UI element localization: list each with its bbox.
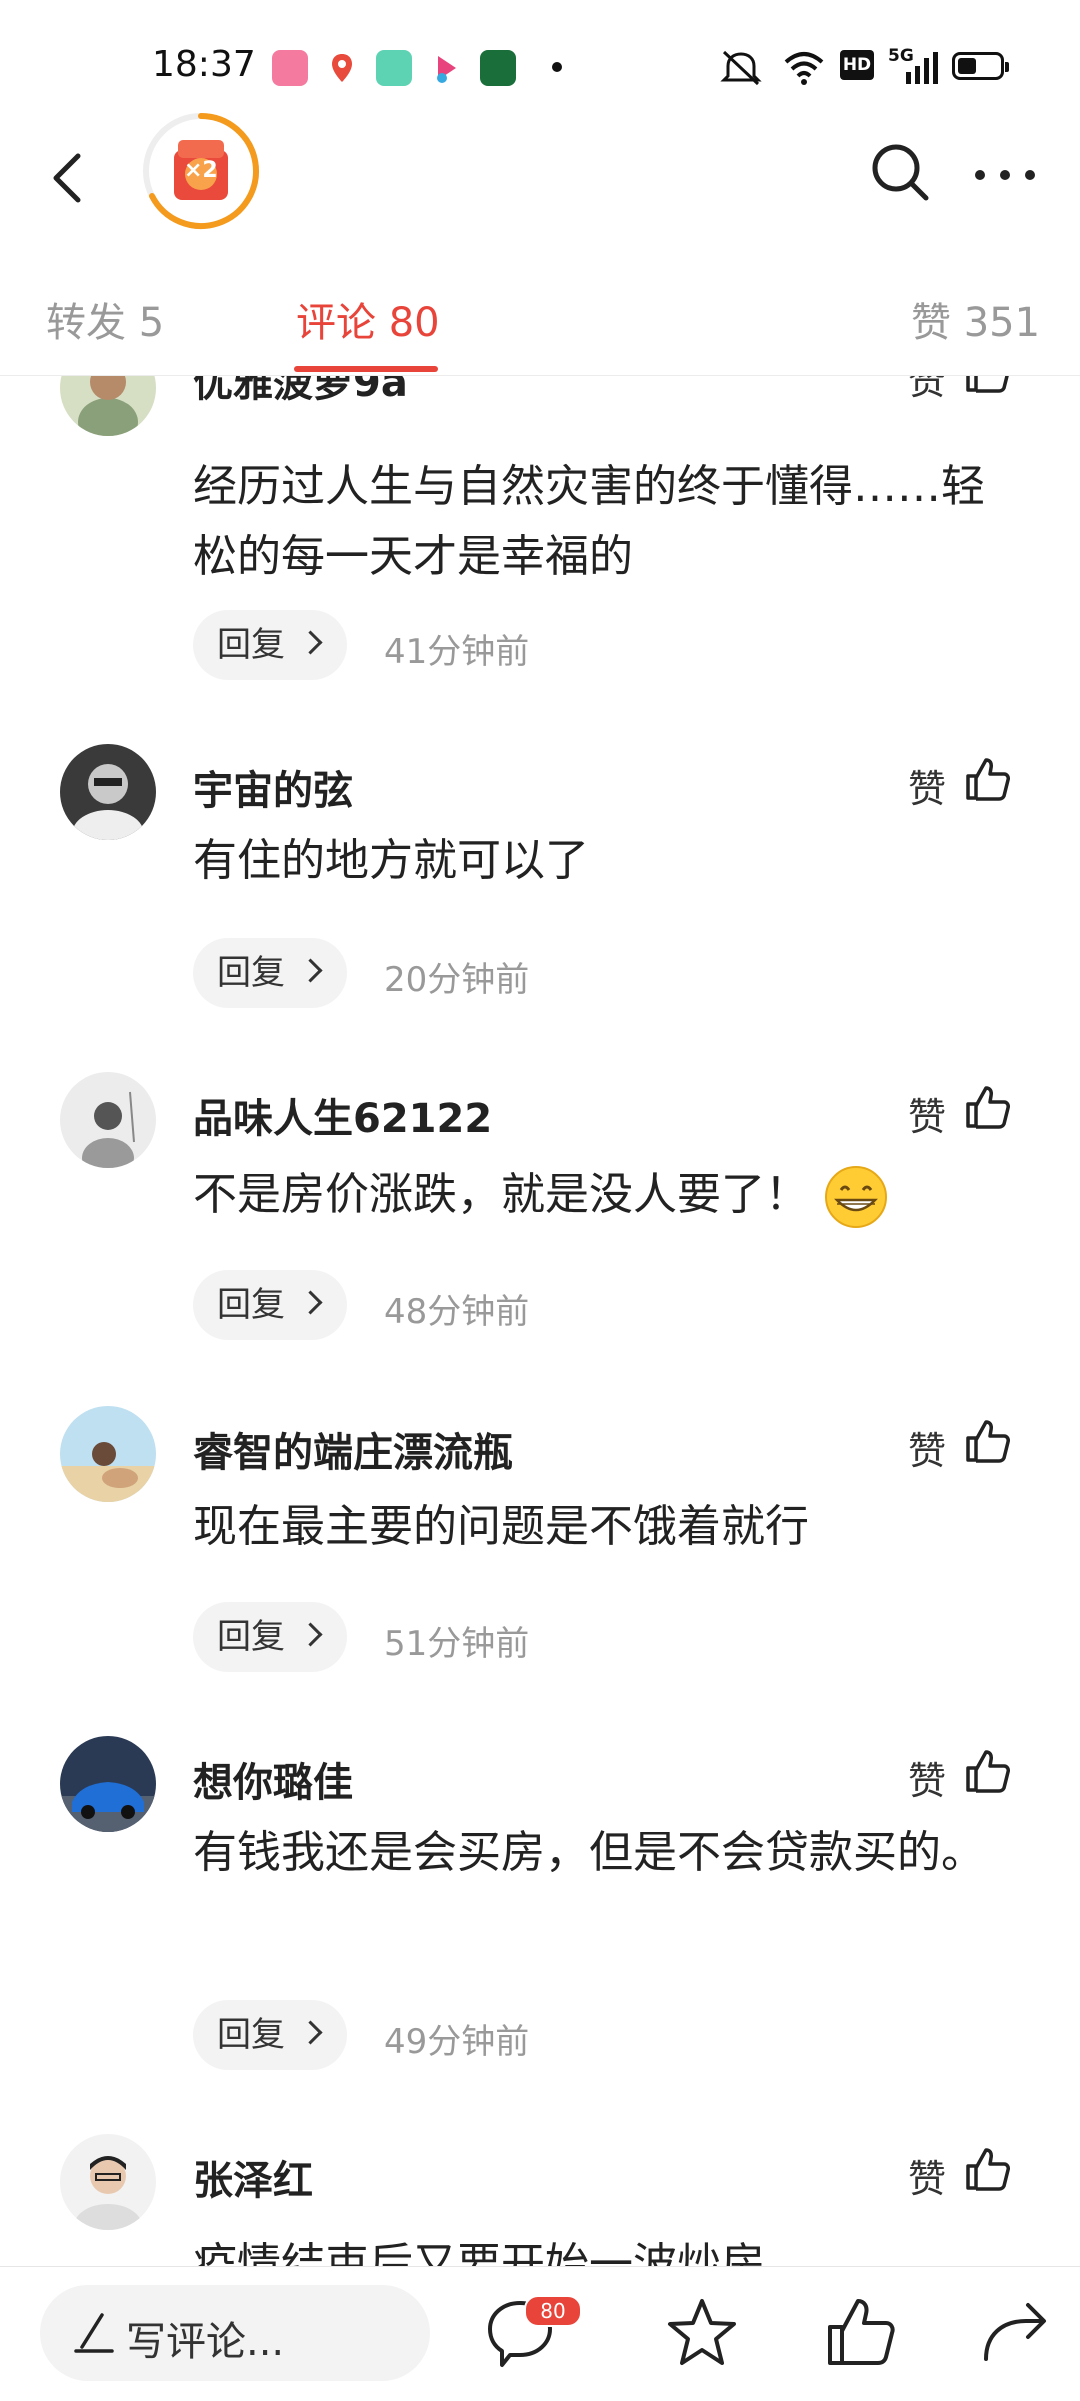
chevron-right-icon <box>298 1290 323 1315</box>
comment-count-badge: 80 <box>524 2295 582 2327</box>
mute-icon <box>720 50 762 86</box>
reply-label: 回复 <box>217 1285 285 1325</box>
reply-label: 回复 <box>217 953 285 993</box>
hd-icon: HD <box>840 50 874 80</box>
reply-button[interactable]: 回复 <box>193 2000 347 2070</box>
thumbs-up-icon[interactable] <box>962 1416 1012 1466</box>
reply-button[interactable]: 回复 <box>193 938 347 1008</box>
write-comment-placeholder: 写评论... <box>126 2319 285 2365</box>
thumbs-up-icon[interactable] <box>820 2293 900 2373</box>
comment-text: 疫情结束后又要开始一波炒房 <box>193 2239 765 2266</box>
thumbs-up-icon[interactable] <box>962 1746 1012 1796</box>
maps-app-icon <box>324 50 360 86</box>
comment-username[interactable]: 张泽红 <box>193 2148 313 2206</box>
thumbs-up-icon[interactable] <box>962 2144 1012 2194</box>
comment-time: 20分钟前 <box>384 960 530 1000</box>
like-label[interactable]: 赞 <box>908 1420 946 1475</box>
write-comment-input[interactable]: 写评论... <box>40 2285 430 2381</box>
reply-button[interactable]: 回复 <box>193 610 347 680</box>
comment-time: 51分钟前 <box>384 1624 530 1664</box>
avatar[interactable] <box>60 744 156 840</box>
like-label[interactable]: 赞 <box>908 758 946 813</box>
reward-multiplier-text: ×2 <box>184 158 218 183</box>
screenshot-app-icon <box>376 50 412 86</box>
status-time: 18:37 <box>152 44 256 85</box>
reward-badge[interactable]: ×2 <box>140 110 262 232</box>
like-label[interactable]: 赞 <box>908 1086 946 1141</box>
reply-label: 回复 <box>217 625 285 665</box>
comment-text: 经历过人生与自然灾害的终于懂得……轻松的每一天才是幸福的 <box>193 461 985 582</box>
comment-time: 48分钟前 <box>384 1292 530 1332</box>
avatar[interactable] <box>60 376 156 436</box>
reply-button[interactable]: 回复 <box>193 1270 347 1340</box>
comment-text: 不是房价涨跌，就是没人要了！ <box>193 1160 1013 1230</box>
back-arrow-icon[interactable] <box>40 148 100 208</box>
chevron-right-icon <box>298 630 323 655</box>
thumbs-up-icon[interactable] <box>962 1082 1012 1132</box>
reply-label: 回复 <box>217 2015 285 2055</box>
thumbs-up-icon[interactable] <box>962 376 1012 396</box>
chevron-right-icon <box>298 1622 323 1647</box>
share-arrow-icon[interactable] <box>976 2293 1056 2373</box>
comment-text-content: 不是房价涨跌，就是没人要了！ <box>193 1169 809 1220</box>
chevron-right-icon <box>298 2020 323 2045</box>
like-label[interactable]: 赞 <box>908 1750 946 1805</box>
oppo-app-icon <box>480 50 516 86</box>
comment-text: 现在最主要的问题是不饿着就行 <box>193 1501 809 1552</box>
active-tab-indicator <box>294 366 438 372</box>
thumbs-up-icon[interactable] <box>962 754 1012 804</box>
pen-icon <box>74 2313 114 2353</box>
signal-bars-icon <box>906 52 938 84</box>
search-icon[interactable] <box>868 140 932 204</box>
comment-username[interactable]: 优雅菠萝9a <box>193 376 408 408</box>
tab-comments[interactable]: 评论 80 <box>296 290 440 348</box>
reply-label: 回复 <box>217 1617 285 1657</box>
bilibili-app-icon <box>272 50 308 86</box>
grin-emoji-icon <box>825 1166 887 1228</box>
comment-text: 有钱我还是会买房，但是不会贷款买的。 <box>193 1827 985 1878</box>
chevron-right-icon <box>298 958 323 983</box>
comment-text: 有住的地方就可以了 <box>193 835 589 886</box>
comment-username[interactable]: 想你璐佳 <box>193 1750 353 1808</box>
battery-icon <box>952 52 1009 80</box>
avatar[interactable] <box>60 2134 156 2230</box>
star-icon[interactable] <box>662 2293 742 2373</box>
avatar[interactable] <box>60 1072 156 1168</box>
bottom-action-bar: 写评论... 80 <box>0 2266 1080 2401</box>
comment-username[interactable]: 睿智的端庄漂流瓶 <box>193 1420 513 1478</box>
comment-time: 41分钟前 <box>384 632 530 672</box>
wifi-icon <box>784 52 824 85</box>
avatar[interactable] <box>60 1736 156 1832</box>
tab-reposts[interactable]: 转发 5 <box>46 290 164 348</box>
comment-username[interactable]: 宇宙的弦 <box>193 758 353 816</box>
tab-likes[interactable]: 赞 351 <box>911 290 1040 348</box>
comment-time: 49分钟前 <box>384 2022 530 2062</box>
tab-bar: 转发 5 评论 80 赞 351 <box>0 270 1080 376</box>
like-label[interactable]: 赞 <box>908 376 946 405</box>
more-options-icon[interactable] <box>970 145 1040 205</box>
media-app-icon <box>428 50 464 86</box>
reply-button[interactable]: 回复 <box>193 1602 347 1672</box>
notification-dot-icon <box>552 62 562 72</box>
comment-list[interactable]: 优雅菠萝9a 赞 经历过人生与自然灾害的终于懂得……轻松的每一天才是幸福的 回复… <box>0 376 1080 2266</box>
like-label[interactable]: 赞 <box>908 2148 946 2203</box>
comment-username[interactable]: 品味人生62122 <box>193 1086 492 1144</box>
avatar[interactable] <box>60 1406 156 1502</box>
